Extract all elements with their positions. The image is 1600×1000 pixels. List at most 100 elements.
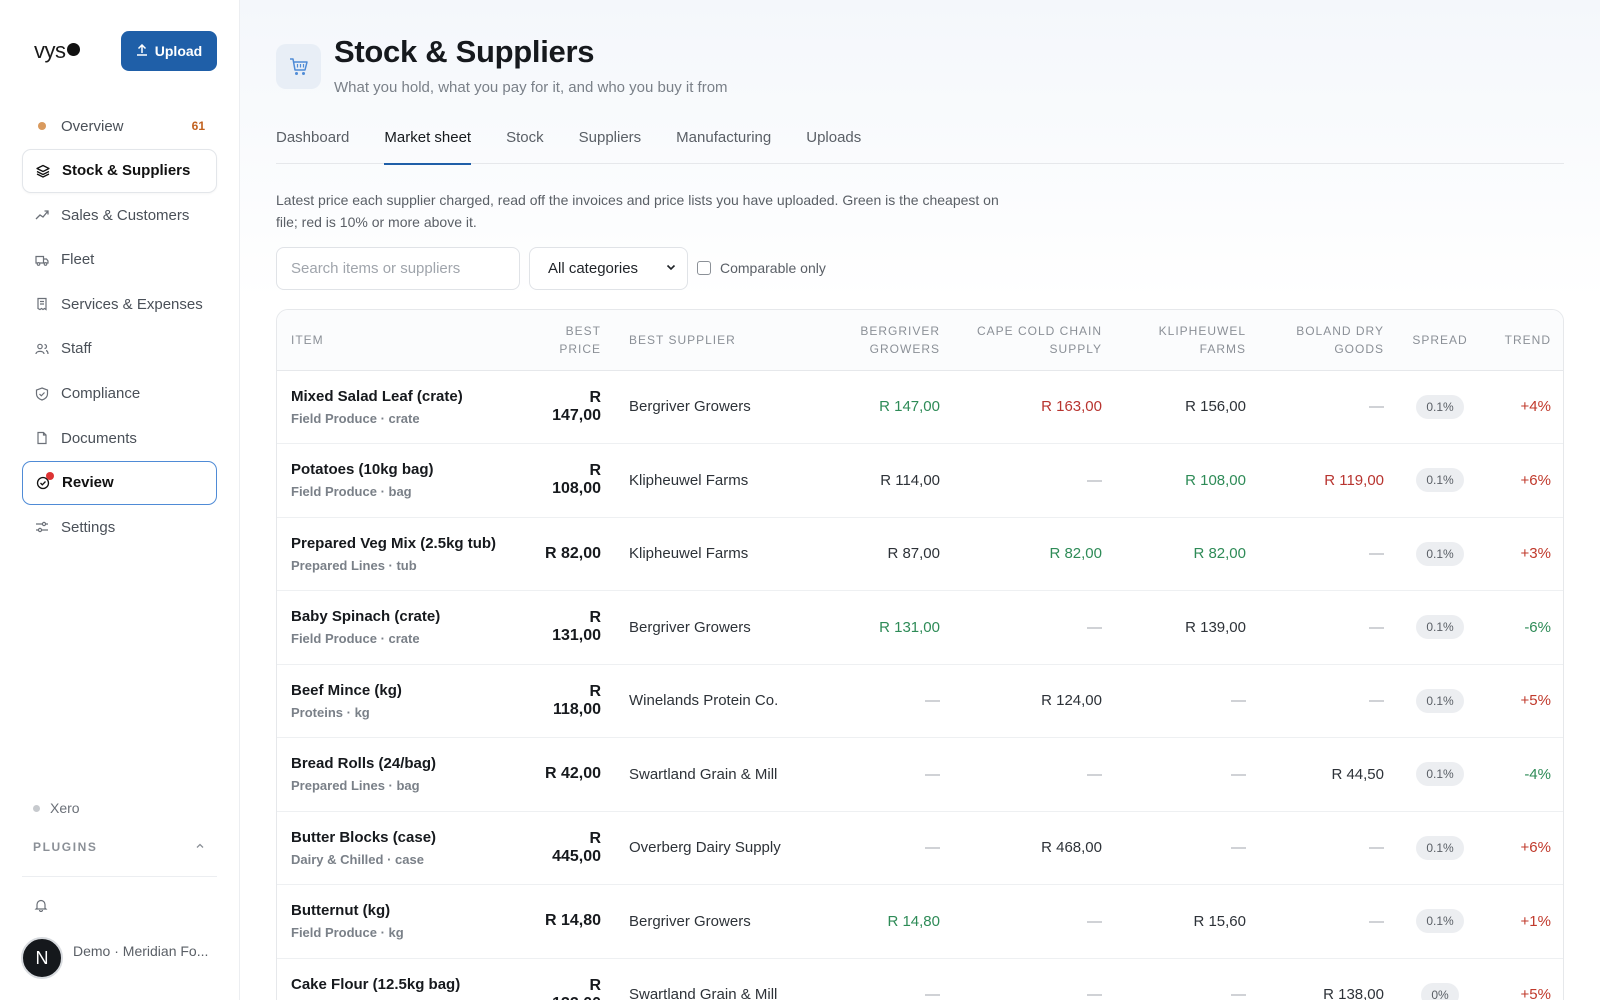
best-supplier[interactable]: Bergriver Growers [629, 619, 751, 636]
cell-supplier-price: — [838, 811, 954, 885]
column-header-trend[interactable]: TREND [1482, 310, 1563, 371]
layers-icon [36, 164, 50, 178]
best-supplier[interactable]: Bergriver Growers [629, 913, 751, 930]
best-supplier[interactable]: Bergriver Growers [629, 398, 751, 415]
tab-dashboard[interactable]: Dashboard [276, 122, 349, 164]
sidebar-item-review[interactable]: Review [22, 460, 217, 505]
sidebar: vys Upload Overview 61 Stock & Suppliers… [0, 0, 240, 1000]
notification-dot [46, 471, 54, 480]
column-header-bergriver-growers[interactable]: BERGRIVER GROWERS [838, 310, 954, 371]
bell-icon[interactable] [34, 898, 48, 915]
sidebar-item-staff[interactable]: Staff [22, 327, 217, 371]
tab-market-sheet[interactable]: Market sheet [384, 122, 471, 165]
table-row[interactable]: Prepared Veg Mix (2.5kg tub) Prepared Li… [277, 517, 1563, 591]
best-supplier[interactable]: Overberg Dairy Supply [629, 839, 781, 856]
best-price: R 147,00 [552, 388, 601, 424]
spread-badge: 0.1% [1416, 835, 1464, 860]
table-row[interactable]: Beef Mince (kg) Proteins · kg R 118,00 Win… [277, 664, 1563, 738]
sidebar-item-services-expenses[interactable]: Services & Expenses [22, 282, 217, 326]
best-supplier[interactable]: Swartland Grain & Mill [629, 986, 777, 1000]
cell-supplier-price: — [954, 958, 1116, 1000]
item-name[interactable]: Butternut (kg) [291, 902, 513, 919]
item-name[interactable]: Butter Blocks (case) [291, 829, 513, 846]
cell-supplier-price: — [1260, 370, 1398, 444]
cell-spread: 0.1% [1398, 884, 1482, 959]
best-price: R 82,00 [544, 544, 601, 562]
table-row[interactable]: Baby Spinach (crate) Field Produce · cra… [277, 590, 1563, 665]
sidebar-item-compliance[interactable]: Compliance [22, 372, 217, 416]
tab-uploads[interactable]: Uploads [806, 122, 861, 164]
org-switcher[interactable]: Demo · Meridian Fo... [73, 943, 223, 959]
category-select[interactable]: All categories [529, 247, 688, 290]
column-header-best-price[interactable]: BEST PRICE [527, 310, 615, 371]
comparable-only-checkbox[interactable] [697, 261, 711, 275]
cell-supplier-price: R 15,60 [1116, 884, 1260, 959]
supplier-price: — [1369, 398, 1384, 416]
cell-item: Butter Blocks (case) Dairy & Chilled · c… [277, 811, 527, 885]
cell-best-price: R 131,00 [527, 590, 615, 665]
sidebar-item-sales-customers[interactable]: Sales & Customers [22, 193, 217, 237]
item-name[interactable]: Baby Spinach (crate) [291, 608, 513, 625]
table-body: Mixed Salad Leaf (crate) Field Produce ·… [277, 370, 1563, 1000]
app-logo[interactable]: vys [34, 38, 80, 64]
supplier-price: — [1231, 839, 1246, 857]
search-input[interactable] [276, 247, 520, 290]
sidebar-item-settings[interactable]: Settings [22, 505, 217, 549]
column-header-boland-dry-goods[interactable]: BOLAND DRY GOODS [1260, 310, 1398, 371]
table-row[interactable]: Mixed Salad Leaf (crate) Field Produce ·… [277, 370, 1563, 444]
best-supplier[interactable]: Klipheuwel Farms [629, 545, 748, 562]
cell-supplier-price: — [954, 884, 1116, 959]
column-header-cape-cold-chain[interactable]: CAPE COLD CHAIN SUPPLY [954, 310, 1116, 371]
sidebar-nav: Overview 61 Stock & Suppliers Sales & Cu… [22, 104, 217, 550]
column-header-best-supplier[interactable]: BEST SUPPLIER [615, 310, 838, 371]
table-row[interactable]: Bread Rolls (24/bag) Prepared Lines · ba… [277, 737, 1563, 812]
best-price: R 14,80 [544, 912, 601, 930]
table-row[interactable]: Potatoes (10kg bag) Field Produce · bag R… [277, 443, 1563, 518]
sidebar-divider [22, 876, 217, 877]
spread-badge: 0.1% [1416, 541, 1464, 566]
tab-stock[interactable]: Stock [506, 122, 544, 164]
item-name[interactable]: Cake Flour (12.5kg bag) [291, 976, 513, 993]
item-name[interactable]: Prepared Veg Mix (2.5kg tub) [291, 535, 513, 552]
cell-trend: -4% [1482, 737, 1563, 812]
avatar[interactable]: N [21, 937, 63, 979]
supplier-price: R 156,00 [1185, 398, 1246, 416]
supplier-price: R 163,00 [1041, 398, 1102, 416]
sidebar-item-overview[interactable]: Overview 61 [22, 104, 217, 148]
item-name[interactable]: Mixed Salad Leaf (crate) [291, 388, 513, 405]
cell-supplier-price: — [838, 664, 954, 738]
item-name[interactable]: Bread Rolls (24/bag) [291, 755, 513, 772]
best-supplier[interactable]: Winelands Protein Co. [629, 692, 778, 709]
plugins-section-toggle[interactable]: PLUGINS [33, 840, 205, 854]
page-subtitle: What you hold, what you pay for it, and … [334, 79, 728, 96]
upload-button[interactable]: Upload [121, 31, 217, 71]
sidebar-item-documents[interactable]: Documents [22, 416, 217, 460]
status-dot-icon [35, 119, 49, 133]
cell-item: Butternut (kg) Field Produce · kg [277, 884, 527, 959]
supplier-price: R 87,00 [887, 545, 940, 563]
supplier-price: R 14,80 [887, 912, 940, 930]
trend-up-icon [35, 208, 49, 222]
sidebar-item-stock-suppliers[interactable]: Stock & Suppliers [22, 148, 217, 193]
table-row[interactable]: Cake Flour (12.5kg bag) Dry Goods · bag R… [277, 958, 1563, 1000]
integration-xero[interactable]: Xero [33, 800, 80, 816]
table-row[interactable]: Butternut (kg) Field Produce · kg R 14,80… [277, 884, 1563, 959]
item-name[interactable]: Potatoes (10kg bag) [291, 461, 513, 478]
cell-supplier-price: — [1260, 517, 1398, 591]
sidebar-item-fleet[interactable]: Fleet [22, 238, 217, 282]
comparable-only-toggle[interactable]: Comparable only [697, 260, 826, 276]
column-header-item[interactable]: ITEM [277, 310, 527, 371]
cell-supplier-price: R 87,00 [838, 517, 954, 591]
tab-manufacturing[interactable]: Manufacturing [676, 122, 771, 164]
best-supplier[interactable]: Klipheuwel Farms [629, 472, 748, 489]
cell-item: Beef Mince (kg) Proteins · kg [277, 664, 527, 738]
item-name[interactable]: Beef Mince (kg) [291, 682, 513, 699]
tab-suppliers[interactable]: Suppliers [579, 122, 642, 164]
best-supplier[interactable]: Swartland Grain & Mill [629, 766, 777, 783]
best-price: R 445,00 [552, 829, 601, 865]
table-row[interactable]: Butter Blocks (case) Dairy & Chilled · c… [277, 811, 1563, 885]
column-header-klipheuwel-farms[interactable]: KLIPHEUWEL FARMS [1116, 310, 1260, 371]
item-meta: Prepared Lines · tub [291, 557, 417, 573]
column-header-spread[interactable]: SPREAD [1398, 310, 1482, 371]
shield-check-icon [35, 386, 49, 401]
